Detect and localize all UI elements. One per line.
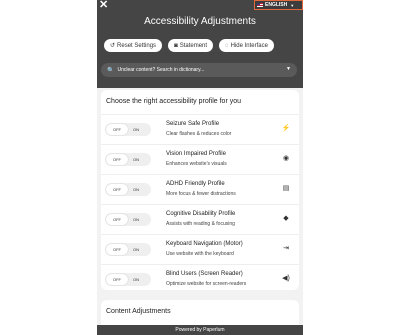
toggle-on-label: ON [133, 157, 139, 162]
profile-blind-users: OFF ON Blind Users (Screen Reader) Optim… [101, 264, 299, 294]
toggle-off-label: OFF [106, 124, 128, 135]
toggle-on-label: ON [133, 277, 139, 282]
header-buttons: ↺ Reset Settings ◙ Statement ◌ Hide Inte… [104, 39, 274, 52]
footer[interactable]: Powered by Paperlum [97, 325, 303, 335]
search-icon: 🔍 [107, 67, 115, 74]
profile-toggle[interactable]: OFF ON [105, 273, 151, 286]
toggle-off-label: OFF [106, 274, 128, 285]
profile-vision-impaired: OFF ON Vision Impaired Profile Enhances … [101, 144, 299, 174]
profile-desc: Clear flashes & reduces color [166, 131, 232, 137]
diamond-icon: ◆ [283, 215, 289, 222]
profile-desc: Optimize website for screen-readers [166, 281, 247, 287]
profile-adhd-friendly: OFF ON ADHD Friendly Profile More focus … [101, 174, 299, 204]
profile-name: Vision Impaired Profile [166, 151, 226, 157]
statement-button[interactable]: ◙ Statement [168, 39, 214, 52]
language-selector[interactable]: ENGLISH ▼ [254, 0, 303, 10]
profile-cognitive-disability: OFF ON Cognitive Disability Profile Assi… [101, 204, 299, 234]
hide-interface-label: Hide Interface [230, 42, 268, 49]
reset-settings-label: Reset Settings [117, 42, 157, 49]
chevron-down-icon: ▼ [286, 66, 291, 72]
chevron-down-icon: ▼ [290, 2, 295, 8]
toggle-on-label: ON [133, 127, 139, 132]
profile-name: Seizure Safe Profile [166, 121, 220, 127]
language-label: ENGLISH [265, 2, 288, 8]
profile-desc: Assists with reading & focusing [166, 221, 235, 227]
profiles-card: Choose the right accessibility profile f… [101, 90, 299, 290]
profile-desc: More focus & fewer distractions [166, 191, 236, 197]
dictionary-search[interactable]: 🔍 Unclear content? Search in dictionary.… [101, 63, 297, 77]
profile-toggle[interactable]: OFF ON [105, 123, 151, 136]
profile-name: Cognitive Disability Profile [166, 211, 236, 217]
profile-name: ADHD Friendly Profile [166, 181, 225, 187]
hide-icon: ◌ [225, 42, 229, 49]
content-adjustments-title: Content Adjustments [106, 308, 171, 315]
toggle-off-label: OFF [106, 214, 128, 225]
toggle-on-label: ON [133, 187, 139, 192]
profile-name: Blind Users (Screen Reader) [166, 271, 243, 277]
profile-name: Keyboard Navigation (Motor) [166, 241, 243, 247]
profile-toggle[interactable]: OFF ON [105, 183, 151, 196]
focus-icon: ▤ [282, 185, 290, 192]
panel-header: ✕ ENGLISH ▼ Accessibility Adjustments ↺ … [97, 0, 303, 88]
us-flag-icon [257, 3, 263, 7]
close-icon[interactable]: ✕ [99, 0, 108, 11]
profile-desc: Enhances website's visuals [166, 161, 227, 167]
keyboard-tab-icon: ⇥ [283, 245, 289, 252]
statement-icon: ◙ [174, 42, 178, 49]
speaker-icon: ◀) [282, 275, 290, 282]
accessibility-panel: ✕ ENGLISH ▼ Accessibility Adjustments ↺ … [97, 0, 303, 335]
hide-interface-button[interactable]: ◌ Hide Interface [219, 39, 274, 52]
profile-toggle[interactable]: OFF ON [105, 153, 151, 166]
profiles-card-title: Choose the right accessibility profile f… [106, 98, 242, 105]
toggle-off-label: OFF [106, 154, 128, 165]
profile-desc: Use website with the keyboard [166, 251, 234, 257]
profile-keyboard-navigation: OFF ON Keyboard Navigation (Motor) Use w… [101, 234, 299, 264]
toggle-on-label: ON [133, 247, 139, 252]
content-adjustments-card: Content Adjustments [101, 300, 299, 326]
panel-title: Accessibility Adjustments [144, 16, 256, 27]
profile-toggle[interactable]: OFF ON [105, 213, 151, 226]
eye-icon: ◉ [282, 155, 290, 162]
lightning-icon: ⚡ [281, 125, 291, 132]
reset-settings-button[interactable]: ↺ Reset Settings [104, 39, 163, 52]
toggle-off-label: OFF [106, 244, 128, 255]
statement-label: Statement [179, 42, 208, 49]
toggle-on-label: ON [133, 217, 139, 222]
profile-toggle[interactable]: OFF ON [105, 243, 151, 256]
profile-seizure-safe: OFF ON Seizure Safe Profile Clear flashe… [101, 114, 299, 144]
reset-icon: ↺ [110, 43, 116, 49]
toggle-off-label: OFF [106, 184, 128, 195]
search-placeholder: Unclear content? Search in dictionary... [117, 67, 205, 73]
